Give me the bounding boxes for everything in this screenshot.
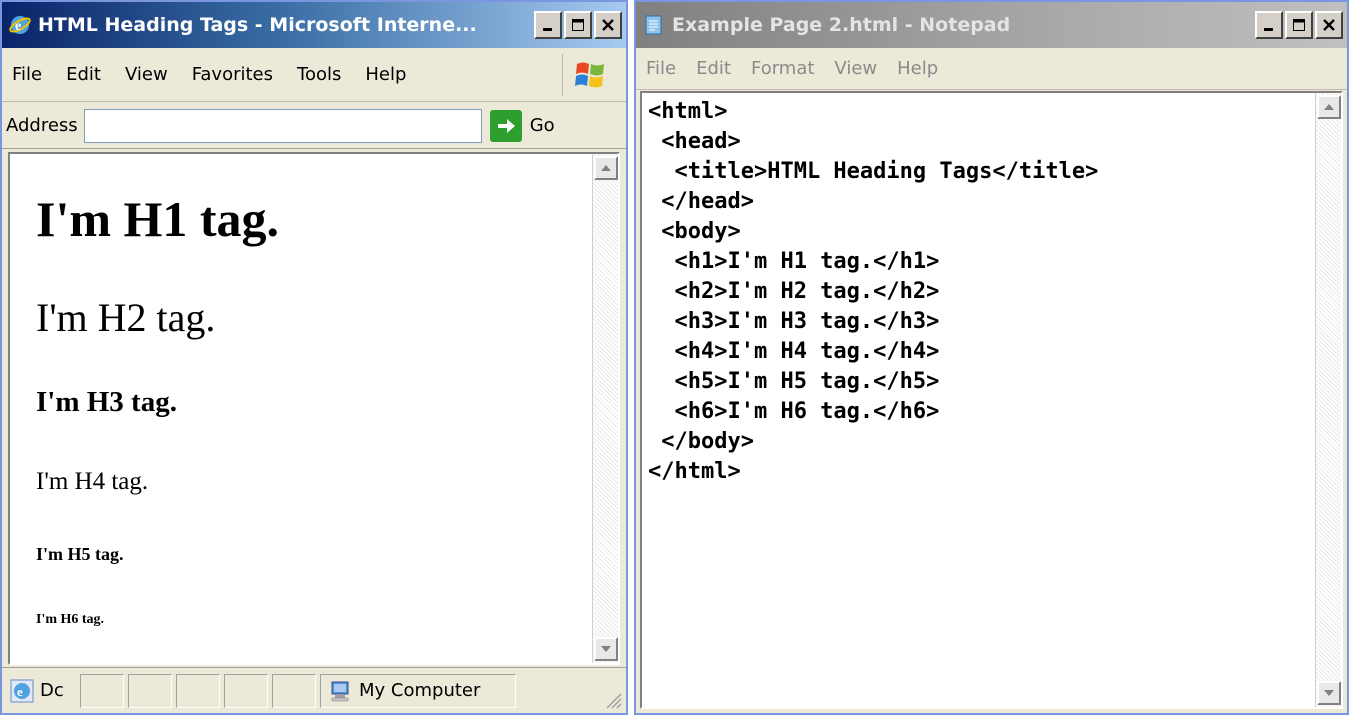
go-label: Go xyxy=(529,115,555,136)
chevron-down-icon xyxy=(1324,690,1334,696)
code-line: </html> xyxy=(648,459,741,484)
heading-h4: I'm H4 tag. xyxy=(36,468,149,495)
ie-address-bar: Address Go xyxy=(2,103,626,149)
ie-maximize-button[interactable] xyxy=(564,11,592,39)
computer-icon xyxy=(331,681,349,701)
status-panel xyxy=(176,673,220,708)
code-line: <h4>I'm H4 tag.</h4> xyxy=(648,339,940,364)
ie-vertical-scrollbar[interactable] xyxy=(592,154,618,663)
code-line: <head> xyxy=(648,129,741,154)
notepad-close-button[interactable] xyxy=(1315,11,1343,39)
chevron-up-icon xyxy=(1324,104,1334,110)
menu-help[interactable]: Help xyxy=(897,58,938,79)
address-input[interactable] xyxy=(83,108,482,143)
heading-h6: I'm H6 tag. xyxy=(36,612,105,627)
security-zone-label: My Computer xyxy=(359,680,481,701)
heading-h5: I'm H5 tag. xyxy=(36,544,124,564)
menu-favorites[interactable]: Favorites xyxy=(192,64,273,85)
menu-format[interactable]: Format xyxy=(751,58,814,79)
windows-flag-icon xyxy=(574,62,604,88)
heading-h2: I'm H2 tag. xyxy=(36,295,216,340)
status-panel xyxy=(224,673,268,708)
chevron-down-icon xyxy=(601,646,611,652)
ie-window-title: HTML Heading Tags - Microsoft Interne... xyxy=(38,14,477,36)
close-icon xyxy=(1323,19,1335,31)
code-line: <html> xyxy=(648,99,728,124)
maximize-icon xyxy=(1293,19,1305,31)
notepad-icon xyxy=(645,15,662,35)
notepad-vertical-scrollbar[interactable] xyxy=(1315,93,1341,707)
scroll-down-button[interactable] xyxy=(594,637,618,661)
heading-h3: I'm H3 tag. xyxy=(36,386,177,418)
code-line: </body> xyxy=(648,429,754,454)
code-line: <body> xyxy=(648,219,741,244)
ie-page-icon: e xyxy=(10,679,34,702)
status-panel xyxy=(272,673,316,708)
address-label: Address xyxy=(6,115,78,136)
notepad-minimize-button[interactable] xyxy=(1255,11,1283,39)
code-line: </head> xyxy=(648,189,754,214)
ie-logo-icon: e xyxy=(9,16,31,34)
ie-minimize-button[interactable] xyxy=(534,11,562,39)
svg-text:e: e xyxy=(17,684,23,699)
status-panel xyxy=(80,673,124,708)
status-panel xyxy=(128,673,172,708)
code-line: <h5>I'm H5 tag.</h5> xyxy=(648,369,940,394)
ie-title-bar[interactable]: e HTML Heading Tags - Microsoft Interne.… xyxy=(2,2,626,48)
menu-file[interactable]: File xyxy=(12,64,42,85)
security-zone[interactable]: My Computer xyxy=(320,673,516,708)
minimize-icon xyxy=(543,28,552,31)
resize-grip-icon[interactable] xyxy=(602,689,622,709)
ie-status-bar: e Dc My Computer xyxy=(2,667,626,713)
ie-close-button[interactable] xyxy=(594,11,622,39)
close-icon xyxy=(602,19,614,31)
svg-text:e: e xyxy=(15,19,21,34)
go-button[interactable]: Go xyxy=(489,109,555,142)
minimize-icon xyxy=(1264,28,1273,31)
web-page: I'm H1 tag. I'm H2 tag. I'm H3 tag. I'm … xyxy=(10,154,590,663)
code-line: <title>HTML Heading Tags</title> xyxy=(648,159,1099,184)
status-text: Dc xyxy=(40,680,64,701)
menu-edit[interactable]: Edit xyxy=(696,58,731,79)
ie-window[interactable]: e HTML Heading Tags - Microsoft Interne.… xyxy=(0,0,628,715)
notepad-menu-bar: File Edit Format View Help xyxy=(636,48,1347,90)
menu-view[interactable]: View xyxy=(834,58,877,79)
menu-help[interactable]: Help xyxy=(365,64,406,85)
notepad-window[interactable]: Example Page 2.html - Notepad File Edit … xyxy=(634,0,1349,715)
menu-file[interactable]: File xyxy=(646,58,676,79)
menu-tools[interactable]: Tools xyxy=(297,64,341,85)
scroll-down-button[interactable] xyxy=(1317,681,1341,705)
notepad-window-title: Example Page 2.html - Notepad xyxy=(672,14,1011,36)
maximize-icon xyxy=(572,19,584,31)
ie-menu-bar: File Edit View Favorites Tools Help xyxy=(2,48,626,102)
menu-view[interactable]: View xyxy=(125,64,168,85)
code-line: <h3>I'm H3 tag.</h3> xyxy=(648,309,940,334)
ie-content-area[interactable]: I'm H1 tag. I'm H2 tag. I'm H3 tag. I'm … xyxy=(8,152,620,665)
code-line: <h1>I'm H1 tag.</h1> xyxy=(648,249,940,274)
scroll-up-button[interactable] xyxy=(594,156,618,180)
heading-h1: I'm H1 tag. xyxy=(36,191,280,247)
code-line: <h2>I'm H2 tag.</h2> xyxy=(648,279,940,304)
scroll-up-button[interactable] xyxy=(1317,95,1341,119)
go-arrow-icon xyxy=(489,109,522,142)
notepad-maximize-button[interactable] xyxy=(1285,11,1313,39)
source-code-text: <html> <head> <title>HTML Heading Tags</… xyxy=(648,97,1098,487)
menu-edit[interactable]: Edit xyxy=(66,64,101,85)
chevron-up-icon xyxy=(601,165,611,171)
code-line: <h6>I'm H6 tag.</h6> xyxy=(648,399,940,424)
notepad-title-bar[interactable]: Example Page 2.html - Notepad xyxy=(636,2,1347,48)
windows-logo xyxy=(562,54,616,96)
notepad-text-area[interactable]: <html> <head> <title>HTML Heading Tags</… xyxy=(640,91,1343,709)
